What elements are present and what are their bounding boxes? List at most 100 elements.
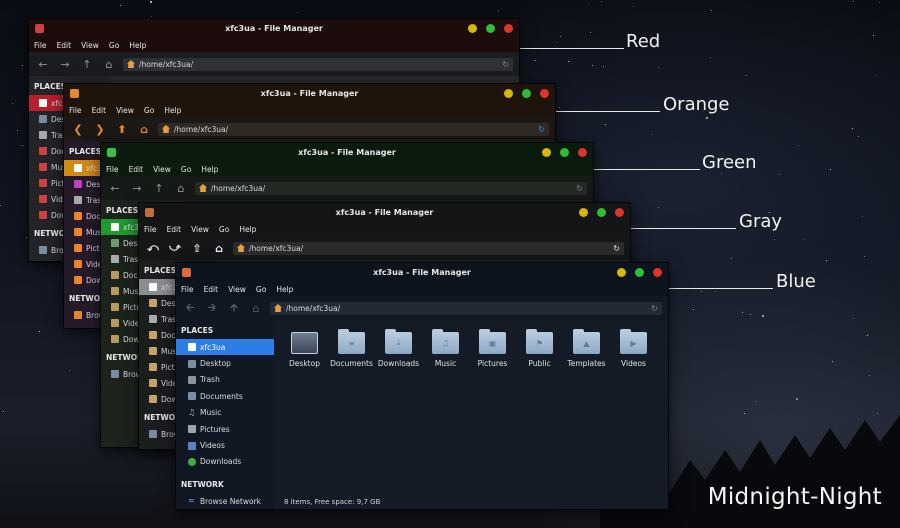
menu-edit[interactable]: Edit (167, 225, 182, 234)
menu-edit[interactable]: Edit (57, 41, 72, 50)
network-header: NETWORK (181, 480, 224, 490)
maximize-button[interactable] (560, 148, 569, 157)
reload-icon[interactable]: ↻ (651, 304, 658, 313)
sidebar-item-music[interactable]: ♫ Music (176, 405, 274, 421)
location-bar[interactable]: /home/xfc3ua/ ↻ (195, 181, 587, 195)
menu-help[interactable]: Help (276, 285, 293, 294)
forward-icon[interactable]: 🡲 (204, 300, 220, 316)
sidebar-item-pictures[interactable]: Pictures (176, 421, 274, 437)
menu-help[interactable]: Help (239, 225, 256, 234)
menu-view[interactable]: View (81, 41, 99, 50)
reload-icon[interactable]: ↻ (502, 60, 509, 69)
menu-file[interactable]: File (106, 165, 119, 174)
menu-help[interactable]: Help (164, 106, 181, 115)
menu-file[interactable]: File (69, 106, 82, 115)
close-button[interactable] (540, 89, 549, 98)
back-icon[interactable]: 🡰 (182, 300, 198, 316)
menu-view[interactable]: View (153, 165, 171, 174)
forward-icon[interactable]: ❯ (92, 121, 108, 137)
file-view[interactable]: Desktop ≡ Documents ⤓ Downloads ♫ Music ▣ Pi… (274, 320, 668, 495)
folder-desktop[interactable]: Desktop (288, 332, 321, 368)
maximize-button[interactable] (522, 89, 531, 98)
home-icon[interactable]: ⌂ (211, 240, 227, 256)
menu-file[interactable]: File (34, 41, 47, 50)
menu-go[interactable]: Go (109, 41, 119, 50)
up-icon[interactable]: ⇧ (189, 240, 205, 256)
videos-icon (188, 441, 196, 450)
sidebar-item-desktop[interactable]: Desktop (176, 355, 274, 371)
menu-go[interactable]: Go (256, 285, 266, 294)
folder-videos[interactable]: ▶ Videos (617, 329, 650, 368)
reload-icon[interactable]: ↻ (538, 125, 545, 134)
menu-edit[interactable]: Edit (204, 285, 219, 294)
sidebar-item-videos[interactable]: Videos (176, 437, 274, 453)
pointer-line-red (520, 48, 624, 49)
maximize-button[interactable] (486, 24, 495, 33)
menu-go[interactable]: Go (181, 165, 191, 174)
menu-file[interactable]: File (144, 225, 157, 234)
folder-downloads[interactable]: ⤓ Downloads (378, 329, 419, 368)
menu-edit[interactable]: Edit (92, 106, 107, 115)
forward-icon[interactable]: → (57, 56, 73, 72)
menu-view[interactable]: View (191, 225, 209, 234)
up-icon[interactable]: ⬆ (114, 121, 130, 137)
titlebar[interactable]: xfc3ua - File Manager (101, 143, 593, 162)
minimize-button[interactable] (542, 148, 551, 157)
maximize-button[interactable] (597, 208, 606, 217)
minimize-button[interactable] (617, 268, 626, 277)
maximize-button[interactable] (635, 268, 644, 277)
minimize-button[interactable] (579, 208, 588, 217)
folder-pictures[interactable]: ▣ Pictures (476, 329, 509, 368)
titlebar[interactable]: xfc3ua - File Manager (29, 19, 519, 38)
folder-documents[interactable]: ≡ Documents (330, 329, 373, 368)
menu-view[interactable]: View (228, 285, 246, 294)
back-icon[interactable]: ⤺ (145, 240, 161, 256)
menu-edit[interactable]: Edit (129, 165, 144, 174)
back-icon[interactable]: ← (35, 56, 51, 72)
location-bar[interactable]: /home/xfc3ua/ ↻ (158, 122, 549, 136)
titlebar[interactable]: xfc3ua - File Manager (176, 263, 668, 282)
home-icon[interactable]: ⌂ (101, 56, 117, 72)
up-icon[interactable]: 🡱 (226, 300, 242, 316)
location-bar[interactable]: /home/xfc3ua/ ↻ (233, 241, 624, 255)
forward-icon[interactable]: ⤻ (167, 240, 183, 256)
sidebar-item-home[interactable]: xfc3ua (176, 339, 274, 356)
sidebar-item-documents[interactable]: Documents (176, 388, 274, 404)
menu-go[interactable]: Go (144, 106, 154, 115)
home-icon[interactable]: ⌂ (136, 121, 152, 137)
menu-view[interactable]: View (116, 106, 134, 115)
up-icon[interactable]: ↑ (151, 180, 167, 196)
places-header: PLACES (181, 326, 214, 335)
close-button[interactable] (504, 24, 513, 33)
home-icon[interactable]: ⌂ (173, 180, 189, 196)
sidebar-item-trash[interactable]: Trash (176, 372, 274, 388)
reload-icon[interactable]: ↻ (613, 244, 620, 253)
minimize-button[interactable] (468, 24, 477, 33)
forward-icon[interactable]: → (129, 180, 145, 196)
back-icon[interactable]: ❮ (70, 121, 86, 137)
menu-file[interactable]: File (181, 285, 194, 294)
minimize-button[interactable] (504, 89, 513, 98)
menu-help[interactable]: Help (201, 165, 218, 174)
titlebar[interactable]: xfc3ua - File Manager (139, 203, 630, 222)
home-icon[interactable]: ⌂ (248, 300, 264, 316)
sidebar-item-downloads[interactable]: Downloads (176, 454, 274, 470)
star (853, 317, 855, 319)
back-icon[interactable]: ← (107, 180, 123, 196)
reload-icon[interactable]: ↻ (576, 184, 583, 193)
star (657, 206, 659, 208)
close-button[interactable] (615, 208, 624, 217)
location-bar[interactable]: /home/xfc3ua/ ↻ (270, 301, 662, 315)
close-button[interactable] (653, 268, 662, 277)
up-icon[interactable]: ↑ (79, 56, 95, 72)
folder-music[interactable]: ♫ Music (429, 329, 462, 368)
menu-help[interactable]: Help (129, 41, 146, 50)
location-bar[interactable]: /home/xfc3ua/ ↻ (123, 57, 513, 71)
menu-go[interactable]: Go (219, 225, 229, 234)
folder-templates[interactable]: ▲ Templates (567, 329, 606, 368)
window-blue[interactable]: xfc3ua - File Manager File Edit View Go … (175, 262, 669, 510)
folder-public[interactable]: ⚑ Public (523, 329, 556, 368)
sidebar-item-browse-network[interactable]: ≈ Browse Network (176, 493, 274, 509)
titlebar[interactable]: xfc3ua - File Manager (64, 84, 555, 103)
close-button[interactable] (578, 148, 587, 157)
